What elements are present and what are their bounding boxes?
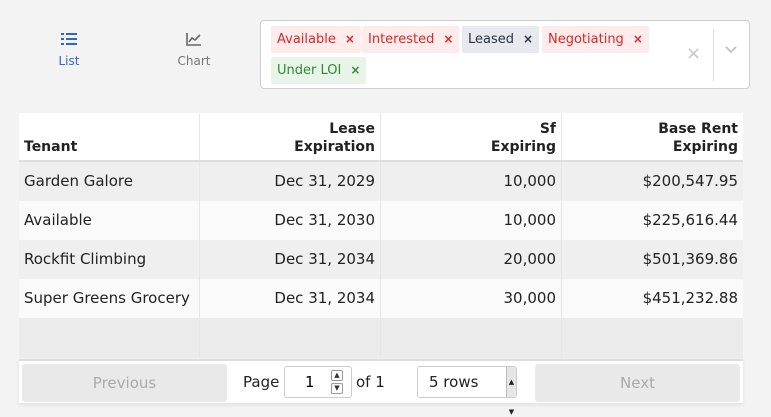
tenant-cell: Super Greens Grocery [19,279,200,318]
next-page-button[interactable]: Next [535,364,740,402]
sf-cell: 20,000 [381,240,562,279]
header-line: Tenant [24,139,78,155]
total-pages-label: of 1 [356,373,385,391]
select-arrow-icon: ▲ ▼ [506,367,516,416]
rows-per-page-select[interactable]: 5 rows ▲ ▼ [417,366,517,416]
column-header-lease-expiration[interactable]: Lease Expiration [200,113,381,160]
rent-cell: $451,232.88 [642,289,738,307]
empty-cell [381,318,562,358]
empty-cell [19,318,200,358]
tenant-cell: Available [19,201,200,240]
chevron-down-icon[interactable] [724,45,738,55]
filter-tag-under-loi: Under LOI × [271,57,367,84]
pagination-bar: Previous Page ▲ ▼ of 1 5 rows ▲▼ Next [19,359,743,416]
page-label: Page [243,373,280,391]
indicator-separator [713,29,714,81]
column-header-sf-expiring[interactable]: Sf Expiring [381,113,562,160]
rent-cell: $225,616.44 [642,211,738,229]
chart-icon [186,33,201,46]
table-row: Rockfit Climbing Dec 31, 2034 20,000 $50… [19,240,743,279]
sf-cell: 10,000 [381,162,562,201]
filter-tag-available: Available × [271,26,361,53]
tag-label: Leased [468,32,515,47]
header-line: Expiring [672,139,738,155]
expiration-cell: Dec 31, 2030 [200,201,381,240]
tag-label: Under LOI [277,63,342,78]
tag-label: Negotiating [548,32,624,47]
expiration-cell: Dec 31, 2029 [200,162,381,201]
page-stepper[interactable]: ▲ ▼ [331,370,343,394]
chart-view-toggle[interactable]: Chart [144,32,244,68]
stepper-down-icon[interactable]: ▼ [331,383,343,394]
clear-all-icon[interactable]: × [686,43,701,64]
expiration-cell: Dec 31, 2034 [200,240,381,279]
remove-tag-icon[interactable]: × [523,32,533,46]
filter-tag-leased: Leased × [462,26,540,53]
header-line: Base Rent [658,121,738,137]
tag-label: Available [277,32,336,47]
remove-tag-icon[interactable]: × [345,32,355,46]
remove-tag-icon[interactable]: × [443,32,453,46]
rent-cell: $200,547.95 [642,172,738,190]
status-filter-select[interactable]: Available × Interested × Leased × Negotiati… [260,20,750,89]
list-view-label: List [58,54,80,68]
lease-table: Tenant Lease Expiration Sf Expiring Base… [19,113,743,358]
empty-row [19,318,743,358]
sf-cell: 10,000 [381,201,562,240]
stepper-up-icon[interactable]: ▲ [331,370,343,381]
column-header-tenant[interactable]: Tenant [19,113,200,160]
empty-cell [200,318,381,358]
filter-tag-negotiating: Negotiating × [542,26,649,53]
previous-page-button[interactable]: Previous [22,364,227,402]
header-line: Expiring [490,139,556,155]
header-line: Expiration [294,139,375,155]
table-row: Garden Galore Dec 31, 2029 10,000 $200,5… [19,162,743,201]
table-row: Available Dec 31, 2030 10,000 $225,616.4… [19,201,743,240]
expiration-cell: Dec 31, 2034 [200,279,381,318]
sf-cell: 30,000 [381,279,562,318]
rent-cell: $501,369.86 [642,250,738,268]
remove-tag-icon[interactable]: × [350,63,360,77]
list-icon [61,33,77,45]
list-view-toggle[interactable]: List [19,32,119,68]
rows-per-page-value: 5 rows [429,373,479,391]
remove-tag-icon[interactable]: × [633,32,643,46]
tenant-cell: Rockfit Climbing [19,240,200,279]
chart-view-label: Chart [177,54,211,68]
tag-label: Interested [368,32,435,47]
tenant-cell: Garden Galore [19,162,200,201]
header-line: Lease [329,121,375,137]
filter-tag-interested: Interested × [362,26,460,53]
table-row: Super Greens Grocery Dec 31, 2034 30,000… [19,279,743,318]
header-line: Sf [539,121,556,137]
column-header-base-rent-expiring[interactable]: Base Rent Expiring [562,113,743,160]
empty-cell [562,318,743,358]
table-header: Tenant Lease Expiration Sf Expiring Base… [19,113,743,162]
